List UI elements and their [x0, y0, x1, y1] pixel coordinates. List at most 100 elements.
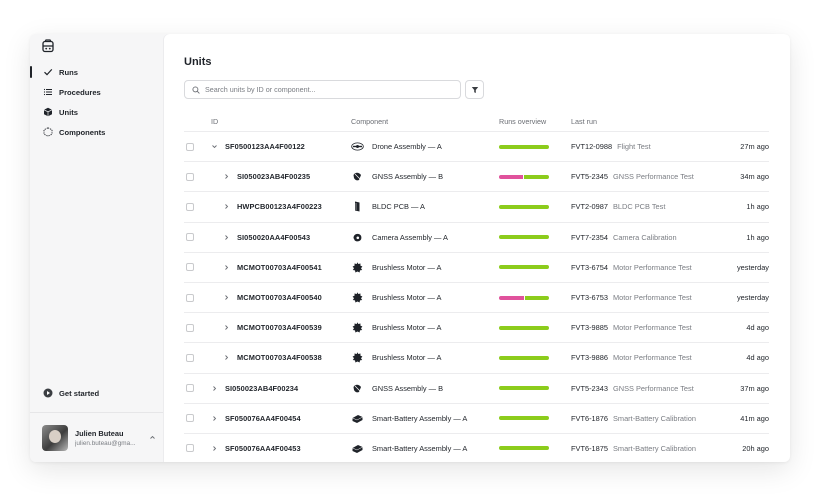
app-logo-icon[interactable] — [41, 39, 55, 53]
unit-id[interactable]: SF0500123AA4F00122 — [225, 142, 305, 151]
sidebar-item-components[interactable]: Components — [30, 122, 164, 142]
sidebar-item-runs[interactable]: Runs — [30, 62, 164, 82]
row-checkbox[interactable] — [186, 293, 194, 302]
runs-overview-bar[interactable] — [499, 355, 549, 360]
component-name[interactable]: Brushless Motor — A — [372, 263, 441, 272]
passed-runs-segment — [499, 386, 549, 391]
filter-button[interactable] — [465, 80, 484, 99]
unit-id-cell: SF0500123AA4F00122 — [211, 142, 351, 151]
unit-id[interactable]: SI050023AB4F00234 — [225, 384, 298, 393]
unit-id[interactable]: MCMOT00703A4F00541 — [237, 263, 322, 272]
unit-id[interactable]: SI050023AB4F00235 — [237, 172, 310, 181]
column-header-runs[interactable]: Runs overview — [499, 117, 571, 126]
table-row[interactable]: SI050023AB4F00235 GNSS Assembly — B FVT5-2… — [184, 162, 769, 193]
get-started-link[interactable]: Get started — [43, 388, 99, 398]
runs-overview-bar[interactable] — [499, 174, 549, 179]
row-checkbox[interactable] — [186, 233, 194, 242]
chevron-right-icon[interactable] — [211, 385, 218, 392]
last-run-id[interactable]: FVT7-2354 — [571, 233, 608, 242]
last-run-time: 1h ago — [746, 202, 769, 212]
search-input[interactable] — [205, 85, 445, 94]
last-run-id[interactable]: FVT6-1876 — [571, 414, 608, 423]
component-name[interactable]: Drone Assembly — A — [372, 142, 442, 151]
last-run-time: 20h ago — [742, 443, 769, 453]
row-checkbox[interactable] — [186, 444, 194, 453]
runs-overview-bar[interactable] — [499, 295, 549, 300]
component-name[interactable]: GNSS Assembly — B — [372, 172, 443, 181]
row-checkbox[interactable] — [186, 353, 194, 362]
runs-overview-bar[interactable] — [499, 144, 549, 149]
search-box[interactable] — [184, 80, 461, 99]
unit-id[interactable]: MCMOT00703A4F00540 — [237, 293, 322, 302]
chevron-up-icon[interactable] — [149, 434, 156, 441]
unit-id[interactable]: HWPCB00123A4F00223 — [237, 202, 322, 211]
component-name[interactable]: Smart-Battery Assembly — A — [372, 444, 467, 453]
chevron-right-icon[interactable] — [211, 415, 218, 422]
table-row[interactable]: SF0500123AA4F00122 Drone Assembly — A FVT1… — [184, 132, 769, 163]
chevron-right-icon[interactable] — [223, 234, 230, 241]
runs-overview-bar[interactable] — [499, 325, 549, 330]
component-name[interactable]: Brushless Motor — A — [372, 353, 441, 362]
component-name[interactable]: Brushless Motor — A — [372, 323, 441, 332]
last-run-time: 27m ago — [740, 142, 769, 152]
unit-id[interactable]: SI050020AA4F00543 — [237, 233, 310, 242]
table-row[interactable]: SF050076AA4F00453 Smart-Battery Assembly … — [184, 434, 769, 462]
last-run-id[interactable]: FVT6-1875 — [571, 444, 608, 453]
user-menu[interactable]: Julien Buteau julien.buteau@gma... — [30, 412, 164, 462]
chevron-right-icon[interactable] — [223, 324, 230, 331]
chevron-right-icon[interactable] — [223, 354, 230, 361]
last-run-id[interactable]: FVT5-2343 — [571, 384, 608, 393]
runs-overview-bar[interactable] — [499, 204, 549, 209]
chevron-right-icon[interactable] — [223, 173, 230, 180]
table-row[interactable]: MCMOT00703A4F00538 Brushless Motor — A FVT… — [184, 343, 769, 374]
chevron-right-icon[interactable] — [223, 264, 230, 271]
row-checkbox[interactable] — [186, 172, 194, 181]
table-row[interactable]: SF050076AA4F00454 Smart-Battery Assembly … — [184, 404, 769, 434]
column-header-component[interactable]: Component — [351, 117, 499, 126]
row-checkbox[interactable] — [186, 414, 194, 423]
column-header-id[interactable]: ID — [211, 117, 351, 126]
table-row[interactable]: SI050023AB4F00234 GNSS Assembly — B FVT5-2… — [184, 374, 769, 404]
runs-overview-bar[interactable] — [499, 386, 549, 391]
chevron-down-icon[interactable] — [211, 143, 218, 150]
chevron-right-icon[interactable] — [223, 294, 230, 301]
table-row[interactable]: MCMOT00703A4F00540 Brushless Motor — A FVT… — [184, 283, 769, 314]
chevron-right-icon[interactable] — [223, 203, 230, 210]
component-name[interactable]: Brushless Motor — A — [372, 293, 441, 302]
row-checkbox[interactable] — [186, 323, 194, 332]
last-run-id[interactable]: FVT2-0987 — [571, 202, 608, 211]
runs-overview-bar[interactable] — [499, 265, 549, 270]
component-name[interactable]: Camera Assembly — A — [372, 233, 448, 242]
last-run-id[interactable]: FVT3-9885 — [571, 323, 608, 332]
table-row[interactable]: MCMOT00703A4F00541 Brushless Motor — A FVT… — [184, 253, 769, 283]
table-row[interactable]: SI050020AA4F00543 Camera Assembly — A FVT7… — [184, 223, 769, 253]
last-run-id[interactable]: FVT5-2345 — [571, 172, 608, 181]
chevron-right-icon[interactable] — [211, 445, 218, 452]
table-row[interactable]: MCMOT00703A4F00539 Brushless Motor — A FVT… — [184, 313, 769, 344]
unit-id[interactable]: MCMOT00703A4F00539 — [237, 323, 322, 332]
unit-id[interactable]: MCMOT00703A4F00538 — [237, 353, 322, 362]
runs-overview-bar[interactable] — [499, 235, 549, 240]
row-checkbox[interactable] — [186, 263, 194, 272]
row-checkbox[interactable] — [186, 202, 194, 211]
row-checkbox[interactable] — [186, 384, 194, 393]
runs-overview-bar[interactable] — [499, 446, 549, 451]
runs-overview-bar[interactable] — [499, 416, 549, 421]
table-row[interactable]: HWPCB00123A4F00223 BLDC PCB — A FVT2-0987 B… — [184, 192, 769, 223]
unit-id[interactable]: SF050076AA4F00454 — [225, 414, 301, 423]
row-checkbox[interactable] — [186, 142, 194, 151]
sidebar-item-procedures[interactable]: Procedures — [30, 82, 164, 102]
unit-id-cell: HWPCB00123A4F00223 — [211, 202, 351, 211]
last-run-id[interactable]: FVT3-6754 — [571, 263, 608, 272]
last-run-id[interactable]: FVT12-0988 — [571, 142, 612, 151]
component-name[interactable]: Smart-Battery Assembly — A — [372, 414, 467, 423]
unit-id[interactable]: SF050076AA4F00453 — [225, 444, 301, 453]
last-run-id[interactable]: FVT3-6753 — [571, 293, 608, 302]
sidebar-item-units[interactable]: Units — [30, 102, 164, 122]
unit-id-cell: MCMOT00703A4F00539 — [211, 323, 351, 332]
component-name[interactable]: BLDC PCB — A — [372, 202, 425, 211]
component-cell: Smart-Battery Assembly — A — [351, 412, 499, 425]
component-name[interactable]: GNSS Assembly — B — [372, 384, 443, 393]
column-header-last-run[interactable]: Last run — [571, 117, 709, 126]
last-run-id[interactable]: FVT3-9886 — [571, 353, 608, 362]
